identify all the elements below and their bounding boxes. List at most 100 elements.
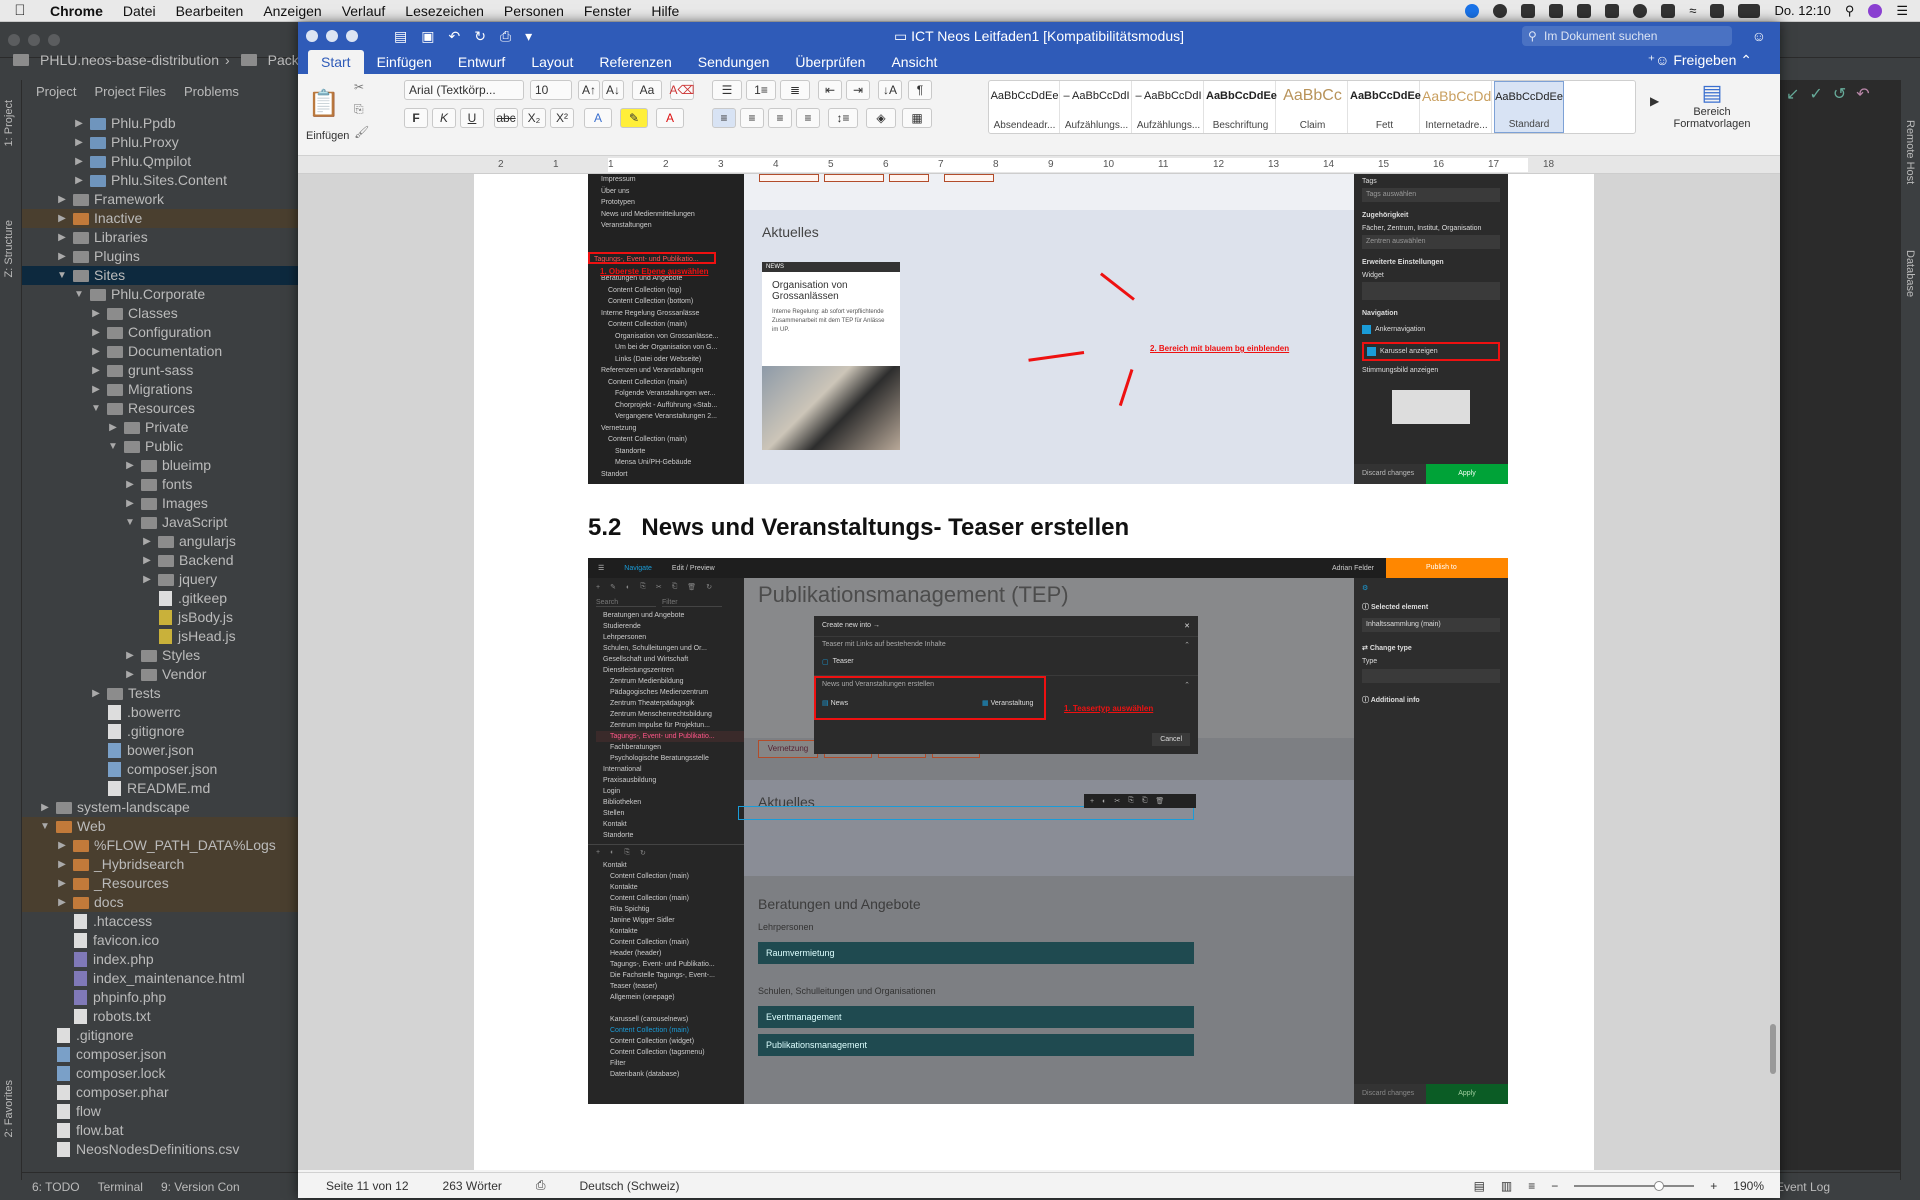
neos-tree-item[interactable]: Header (header) xyxy=(596,948,744,959)
neos-tree-item[interactable]: Standorte xyxy=(596,830,744,841)
neos-tree-item[interactable]: Vernetzung xyxy=(594,423,744,435)
tree-item[interactable]: .gitignore xyxy=(22,722,298,741)
menu-icon[interactable]: ☰ xyxy=(588,564,614,572)
chevron-down-icon[interactable]: ▼ xyxy=(73,285,85,304)
neos-tree-item[interactable]: Studierende xyxy=(596,621,744,632)
align-right-button[interactable]: ≡ xyxy=(768,108,792,128)
tree-item[interactable]: .bowerrc xyxy=(22,703,298,722)
neos-tree-item[interactable]: International xyxy=(596,764,744,775)
neos-tree-item[interactable]: Content Collection (top) xyxy=(594,285,744,297)
neos-tree-item[interactable]: News und Medienmitteilungen xyxy=(594,209,744,221)
paste-icon[interactable]: ⎗ xyxy=(672,583,678,591)
status-icon[interactable] xyxy=(1521,3,1536,18)
tree-item[interactable]: flow xyxy=(22,1102,298,1121)
neos-tree-item[interactable]: Prototypen xyxy=(594,197,744,209)
checkbox-checked-icon[interactable] xyxy=(1362,325,1371,334)
tree-item[interactable]: ▼ JavaScript xyxy=(22,513,298,532)
neos-tree-item[interactable]: Filter xyxy=(596,1058,744,1069)
dropbox-icon[interactable] xyxy=(1549,3,1564,18)
stripe-favorites[interactable]: 2: Favorites xyxy=(3,1080,15,1137)
tree-item[interactable]: ▶ Classes xyxy=(22,304,298,323)
tree-item[interactable]: ▶ Configuration xyxy=(22,323,298,342)
raumvermietung-bar[interactable]: Raumvermietung xyxy=(758,942,1194,964)
delete-icon[interactable]: 🗑 xyxy=(687,583,696,591)
menu-lesezeichen[interactable]: Lesezeichen xyxy=(395,3,494,19)
publish-button[interactable]: Publish to Live xyxy=(1386,558,1508,591)
chevron-right-icon[interactable]: ▶ xyxy=(141,532,153,551)
strikethrough-button[interactable]: abc xyxy=(494,108,518,128)
neos-tree-item[interactable]: Karussell (carouselnews) xyxy=(596,1014,744,1025)
stripe-project[interactable]: 1: Project xyxy=(3,100,15,146)
status-icon[interactable] xyxy=(1465,3,1480,18)
tree-item[interactable]: ▶ docs xyxy=(22,893,298,912)
minimize-button[interactable] xyxy=(326,30,338,42)
style-6[interactable]: AaBbCcDdEe Fett xyxy=(1350,81,1421,133)
neos-tree-item[interactable]: Rita Spichtig xyxy=(596,904,744,915)
chevron-right-icon[interactable]: ▶ xyxy=(90,361,102,380)
status-icon[interactable] xyxy=(1493,3,1508,18)
gallery-next-icon[interactable]: ▶ xyxy=(1650,94,1659,108)
print-layout-icon[interactable]: ▤ xyxy=(1474,1179,1485,1193)
chevron-right-icon[interactable]: ▶ xyxy=(124,646,136,665)
neos-tree-item[interactable]: Zentrum Menschenrechtsbildung xyxy=(596,709,744,720)
neos-tree-item[interactable]: Bibliotheken xyxy=(596,797,744,808)
chevron-right-icon[interactable]: ▶ xyxy=(90,380,102,399)
neos-tree-item[interactable]: Standort xyxy=(594,469,744,481)
neos-tree-item[interactable]: Zentrum Medienbildung xyxy=(596,676,744,687)
tree-item[interactable]: ▶ Phlu.Ppdb xyxy=(22,114,298,133)
font-size-select[interactable]: 10 xyxy=(530,80,572,100)
user-menu[interactable]: Adrian Felder xyxy=(1320,565,1386,572)
increase-indent-button[interactable]: ⇥ xyxy=(846,80,870,100)
menu-personen[interactable]: Personen xyxy=(494,3,574,19)
karussel-row[interactable]: Karussel anzeigen xyxy=(1362,342,1500,361)
neos-tree-item[interactable]: Psychologische Beratungsstelle xyxy=(596,753,744,764)
chevron-right-icon[interactable]: ▶ xyxy=(56,247,68,266)
menu-hilfe[interactable]: Hilfe xyxy=(641,3,689,19)
tool-terminal[interactable]: Terminal xyxy=(98,1180,143,1194)
close-button[interactable] xyxy=(306,30,318,42)
time-machine-icon[interactable] xyxy=(1633,3,1648,18)
filter-field[interactable]: Filter xyxy=(662,599,722,607)
neos-tree-item[interactable]: Login xyxy=(596,786,744,797)
neos-tree-item[interactable]: Pädagogisches Medienzentrum xyxy=(596,687,744,698)
tab-sendungen[interactable]: Sendungen xyxy=(685,50,783,74)
tree-item[interactable]: ▶ Phlu.Qmpilot xyxy=(22,152,298,171)
notification-center-icon[interactable]: ☰ xyxy=(1896,3,1908,19)
chevron-right-icon[interactable]: ▶ xyxy=(107,418,119,437)
breadcrumb-project[interactable]: PHLU.neos-base-distribution xyxy=(40,52,219,68)
tab-referenzen[interactable]: Referenzen xyxy=(586,50,684,74)
neos-tree-item[interactable]: Kontakte xyxy=(596,882,744,893)
menu-datei[interactable]: Datei xyxy=(113,3,166,19)
tree-item[interactable]: ▶ _Hybridsearch xyxy=(22,855,298,874)
battery-icon[interactable] xyxy=(1738,3,1761,18)
tree-item[interactable]: ▶ Libraries xyxy=(22,228,298,247)
proofing-icon[interactable]: ⎙ xyxy=(536,1178,546,1193)
style-3[interactable]: – AaBbCcDdI Aufzählungs... xyxy=(1134,81,1204,133)
tree-item[interactable]: ▼ Resources xyxy=(22,399,298,418)
align-center-button[interactable]: ≡ xyxy=(740,108,764,128)
neos-tree-item[interactable]: Impressum xyxy=(594,174,744,186)
chevron-right-icon[interactable]: ▶ xyxy=(90,342,102,361)
tab-layout[interactable]: Layout xyxy=(518,50,586,74)
close-icon[interactable]: ✕ xyxy=(1184,622,1190,630)
tree-item[interactable]: ▶ fonts xyxy=(22,475,298,494)
style-7[interactable]: AaBbCcDd Internetadre... xyxy=(1422,81,1492,133)
format-painter-icon[interactable]: 🖌 xyxy=(354,125,369,139)
neos-tree-item[interactable]: Vergangene Veranstaltungen 2... xyxy=(594,411,744,423)
tree-item[interactable]: ▶ Images xyxy=(22,494,298,513)
tree-item[interactable]: ▶ %FLOW_PATH_DATA%Logs xyxy=(22,836,298,855)
anker-row[interactable]: Ankernavigation xyxy=(1362,325,1500,334)
neos-tree-item[interactable]: Die Fachstelle Tagungs-, Event-... xyxy=(596,970,744,981)
chevron-right-icon[interactable]: ▶ xyxy=(56,893,68,912)
tab-project-files[interactable]: Project Files xyxy=(94,84,166,99)
neos-tree-item[interactable]: Content Collection (main) xyxy=(596,1025,744,1036)
style-4[interactable]: AaBbCcDdEe Beschriftung xyxy=(1206,81,1277,133)
hide-icon[interactable]: ◐ xyxy=(610,849,614,856)
neos-tree-item[interactable]: Teaser (teaser) xyxy=(596,981,744,992)
tree-item[interactable]: .htaccess xyxy=(22,912,298,931)
line-spacing-button[interactable]: ↕≡ xyxy=(828,108,858,128)
ruler[interactable]: 2 1 1 2 3 4 5 6 7 8 9 10 11 12 13 14 15 16 17 18 xyxy=(298,156,1780,174)
smiley-icon[interactable]: ☺ xyxy=(1752,28,1766,44)
copy-icon[interactable]: ⎘ xyxy=(624,849,630,857)
chevron-right-icon[interactable]: ▶ xyxy=(141,570,153,589)
